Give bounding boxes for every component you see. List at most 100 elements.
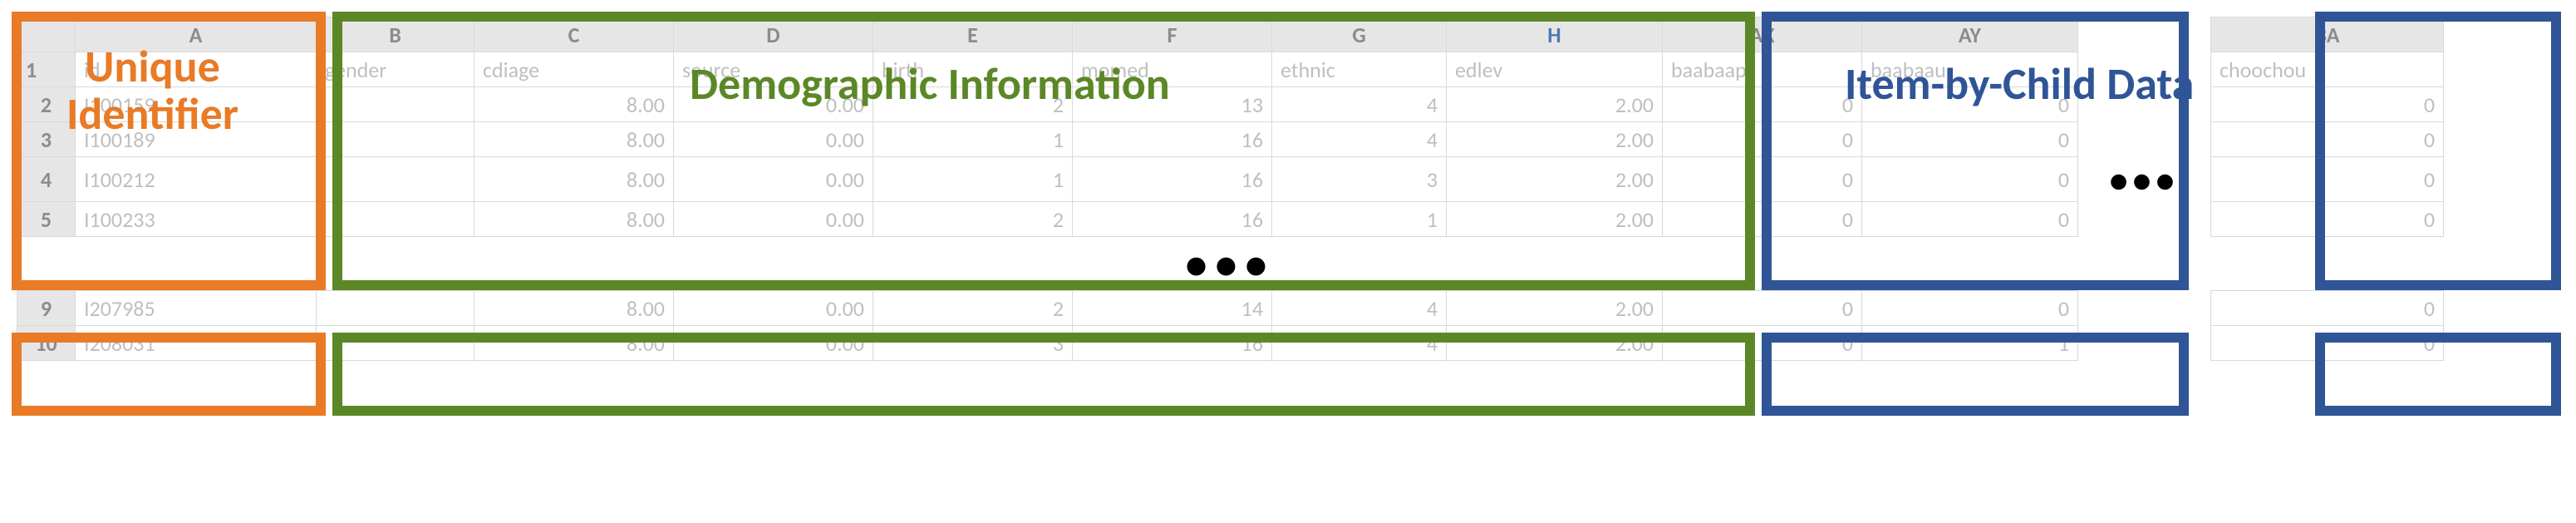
cell[interactable]: 8.00	[474, 326, 674, 361]
cell[interactable]: 0	[2211, 291, 2444, 326]
cell[interactable]: 4	[1272, 87, 1447, 122]
header-baabaap[interactable]: baabaap	[1663, 52, 1862, 87]
cell-id[interactable]: I207985	[76, 291, 317, 326]
cell[interactable]: 14	[1073, 291, 1272, 326]
cell[interactable]: 0.00	[674, 87, 873, 122]
col-letter-E[interactable]: E	[873, 17, 1073, 52]
col-letter-AX[interactable]: AX	[1663, 17, 1862, 52]
cell[interactable]: 4	[1272, 122, 1447, 157]
cell-id[interactable]: I100212	[76, 157, 317, 202]
cell[interactable]	[317, 326, 474, 361]
cell[interactable]: 1	[1862, 326, 2078, 361]
cell[interactable]: 0.00	[674, 202, 873, 237]
cell[interactable]: 2.00	[1447, 122, 1663, 157]
cell[interactable]: 1	[873, 157, 1073, 202]
table-row: 4 I100212 8.00 0.00 1 16 3 2.00 0 0 ••• …	[17, 157, 2444, 202]
cell[interactable]: 2.00	[1447, 326, 1663, 361]
cell[interactable]: 0.00	[674, 157, 873, 202]
row-number[interactable]: 10	[17, 326, 76, 361]
table-row: 3 I100189 8.00 0.00 1 16 4 2.00 0 0 0	[17, 122, 2444, 157]
cell[interactable]: 1	[1272, 202, 1447, 237]
header-birth[interactable]: birth	[873, 52, 1073, 87]
cell[interactable]: 0	[2211, 202, 2444, 237]
cell[interactable]	[317, 202, 474, 237]
cell[interactable]: 8.00	[474, 122, 674, 157]
cell[interactable]: 8.00	[474, 291, 674, 326]
cell[interactable]	[317, 87, 474, 122]
cell[interactable]: 2.00	[1447, 202, 1663, 237]
cell[interactable]: 0	[2211, 157, 2444, 202]
row-number[interactable]: 9	[17, 291, 76, 326]
cell[interactable]: 0	[1862, 202, 2078, 237]
cell[interactable]: 2.00	[1447, 157, 1663, 202]
header-gender[interactable]: gender	[317, 52, 474, 87]
cell[interactable]: 4	[1272, 326, 1447, 361]
header-id[interactable]: id	[76, 52, 317, 87]
header-cdiage[interactable]: cdiage	[474, 52, 674, 87]
cell[interactable]	[317, 157, 474, 202]
cell[interactable]: 0.00	[674, 122, 873, 157]
cell[interactable]: 2.00	[1447, 87, 1663, 122]
cell[interactable]: 0	[1663, 291, 1862, 326]
header-edlev[interactable]: edlev	[1447, 52, 1663, 87]
col-letter-A[interactable]: A	[76, 17, 317, 52]
row-number[interactable]: 2	[17, 87, 76, 122]
col-letter-G[interactable]: G	[1272, 17, 1447, 52]
cell[interactable]: 2	[873, 87, 1073, 122]
cell[interactable]: 0	[1663, 157, 1862, 202]
cell[interactable]: 4	[1272, 291, 1447, 326]
cell[interactable]: 2	[873, 202, 1073, 237]
cell[interactable]: 0	[1663, 202, 1862, 237]
cell-id[interactable]: I100159	[76, 87, 317, 122]
cell[interactable]	[317, 122, 474, 157]
cell[interactable]: 2	[873, 291, 1073, 326]
cell-id[interactable]: I208031	[76, 326, 317, 361]
cell[interactable]: 16	[1073, 157, 1272, 202]
cell[interactable]: 8.00	[474, 202, 674, 237]
cell[interactable]: 0	[1862, 157, 2078, 202]
cell[interactable]: 0	[1862, 291, 2078, 326]
cell[interactable]: 0	[1862, 87, 2078, 122]
cell[interactable]: 0	[1663, 326, 1862, 361]
cell[interactable]: 8.00	[474, 87, 674, 122]
cell[interactable]: 8.00	[474, 157, 674, 202]
row-number[interactable]: 3	[17, 122, 76, 157]
row-number[interactable]: 4	[17, 157, 76, 202]
header-source[interactable]: source	[674, 52, 873, 87]
cell[interactable]: 3	[1272, 157, 1447, 202]
cell-id[interactable]: I100233	[76, 202, 317, 237]
cell[interactable]: 1	[873, 122, 1073, 157]
cell[interactable]: 3	[873, 326, 1073, 361]
row-number-1[interactable]: 1	[17, 52, 76, 87]
cell-id[interactable]: I100189	[76, 122, 317, 157]
col-letter-AY[interactable]: AY	[1862, 17, 2078, 52]
cell[interactable]	[317, 291, 474, 326]
col-letter-B[interactable]: B	[317, 17, 474, 52]
col-letter-F[interactable]: F	[1073, 17, 1272, 52]
cell[interactable]: 0.00	[674, 326, 873, 361]
cell[interactable]: 16	[1073, 122, 1272, 157]
cell[interactable]: 0	[2211, 326, 2444, 361]
table-row: 5 I100233 8.00 0.00 2 16 1 2.00 0 0 0	[17, 202, 2444, 237]
col-letter-BA[interactable]: BA	[2211, 17, 2444, 52]
header-momed[interactable]: momed	[1073, 52, 1272, 87]
header-ethnic[interactable]: ethnic	[1272, 52, 1447, 87]
cell[interactable]: 0	[1663, 122, 1862, 157]
select-all-corner[interactable]	[17, 17, 76, 52]
row-number[interactable]: 5	[17, 202, 76, 237]
cell[interactable]: 0.00	[674, 291, 873, 326]
col-letter-H[interactable]: H	[1447, 17, 1663, 52]
header-name-row: 1 id gender cdiage source birth momed et…	[17, 52, 2444, 87]
cell[interactable]: 13	[1073, 87, 1272, 122]
cell[interactable]: 16	[1073, 326, 1272, 361]
cell[interactable]: 0	[2211, 87, 2444, 122]
cell[interactable]: 0	[2211, 122, 2444, 157]
cell[interactable]: 16	[1073, 202, 1272, 237]
col-letter-D[interactable]: D	[674, 17, 873, 52]
header-choochou[interactable]: choochou	[2211, 52, 2444, 87]
col-letter-C[interactable]: C	[474, 17, 674, 52]
cell[interactable]: 2.00	[1447, 291, 1663, 326]
cell[interactable]: 0	[1862, 122, 2078, 157]
cell[interactable]: 0	[1663, 87, 1862, 122]
header-baabaau[interactable]: baabaau	[1862, 52, 2078, 87]
